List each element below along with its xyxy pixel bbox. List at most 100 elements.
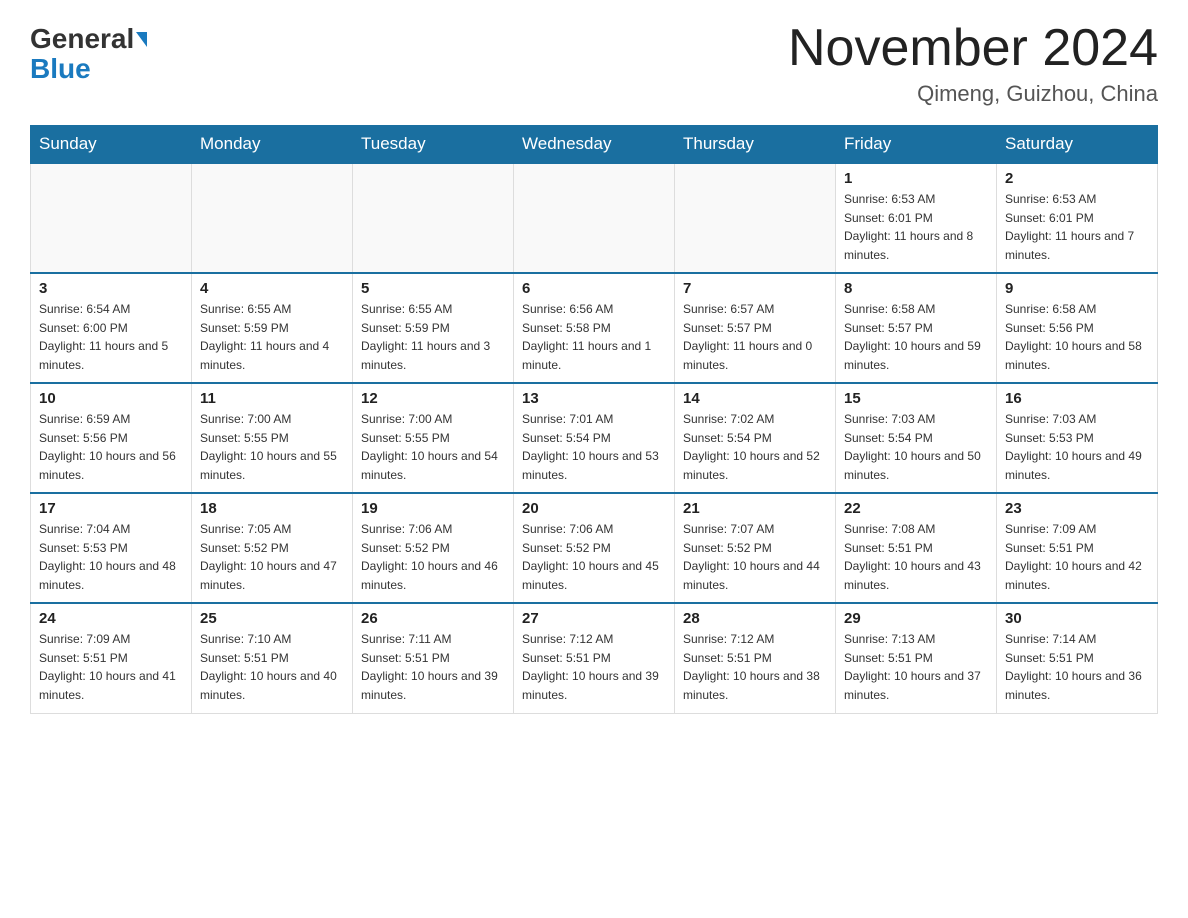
calendar-cell: 9Sunrise: 6:58 AMSunset: 5:56 PMDaylight… — [997, 273, 1158, 383]
day-number: 1 — [844, 170, 988, 187]
day-number: 19 — [361, 500, 505, 517]
day-info: Sunrise: 6:55 AMSunset: 5:59 PMDaylight:… — [200, 300, 344, 374]
calendar-cell: 22 Sunrise: 7:08 AMSunset: 5:51 PMDayligh… — [836, 493, 997, 603]
day-info: Sunrise: 6:53 AMSunset: 6:01 PMDaylight:… — [1005, 190, 1149, 264]
calendar-cell: 19 Sunrise: 7:06 AMSunset: 5:52 PMDayligh… — [353, 493, 514, 603]
calendar-cell: 2 Sunrise: 6:53 AMSunset: 6:01 PMDaylight… — [997, 163, 1158, 273]
calendar-cell: 7 Sunrise: 6:57 AMSunset: 5:57 PMDaylight… — [675, 273, 836, 383]
calendar-cell: 13 Sunrise: 7:01 AMSunset: 5:54 PMDayligh… — [514, 383, 675, 493]
day-number: 2 — [1005, 170, 1149, 187]
day-info: Sunrise: 6:56 AMSunset: 5:58 PMDaylight:… — [522, 300, 666, 374]
day-info: Sunrise: 7:12 AMSunset: 5:51 PMDaylight:… — [522, 630, 666, 704]
calendar-cell: 26 Sunrise: 7:11 AMSunset: 5:51 PMDayligh… — [353, 603, 514, 713]
week-row-2: 3Sunrise: 6:54 AMSunset: 6:00 PMDaylight… — [31, 273, 1158, 383]
day-number: 28 — [683, 610, 827, 627]
day-info: Sunrise: 7:02 AMSunset: 5:54 PMDaylight:… — [683, 410, 827, 484]
day-number: 29 — [844, 610, 988, 627]
header: General Blue November 2024 Qimeng, Guizh… — [30, 20, 1158, 107]
calendar-cell — [192, 163, 353, 273]
day-info: Sunrise: 7:09 AMSunset: 5:51 PMDaylight:… — [1005, 520, 1149, 594]
day-info: Sunrise: 7:12 AMSunset: 5:51 PMDaylight:… — [683, 630, 827, 704]
calendar-cell: 28 Sunrise: 7:12 AMSunset: 5:51 PMDayligh… — [675, 603, 836, 713]
weekday-header-monday: Monday — [192, 126, 353, 164]
day-info: Sunrise: 7:14 AMSunset: 5:51 PMDaylight:… — [1005, 630, 1149, 704]
calendar-title: November 2024 — [788, 20, 1158, 77]
weekday-header-wednesday: Wednesday — [514, 126, 675, 164]
title-area: November 2024 Qimeng, Guizhou, China — [788, 20, 1158, 107]
day-number: 26 — [361, 610, 505, 627]
calendar-cell: 25Sunrise: 7:10 AMSunset: 5:51 PMDayligh… — [192, 603, 353, 713]
logo-arrow-icon — [136, 32, 147, 47]
day-number: 5 — [361, 280, 505, 297]
weekday-header-sunday: Sunday — [31, 126, 192, 164]
calendar-cell: 5 Sunrise: 6:55 AMSunset: 5:59 PMDaylight… — [353, 273, 514, 383]
calendar-cell: 3Sunrise: 6:54 AMSunset: 6:00 PMDaylight… — [31, 273, 192, 383]
calendar-cell: 15Sunrise: 7:03 AMSunset: 5:54 PMDayligh… — [836, 383, 997, 493]
day-number: 12 — [361, 390, 505, 407]
day-info: Sunrise: 6:55 AMSunset: 5:59 PMDaylight:… — [361, 300, 505, 374]
day-number: 8 — [844, 280, 988, 297]
calendar-cell: 20 Sunrise: 7:06 AMSunset: 5:52 PMDayligh… — [514, 493, 675, 603]
day-number: 7 — [683, 280, 827, 297]
week-row-3: 10 Sunrise: 6:59 AMSunset: 5:56 PMDayligh… — [31, 383, 1158, 493]
day-number: 24 — [39, 610, 183, 627]
day-number: 13 — [522, 390, 666, 407]
day-number: 9 — [1005, 280, 1149, 297]
calendar-cell: 30Sunrise: 7:14 AMSunset: 5:51 PMDayligh… — [997, 603, 1158, 713]
calendar-cell: 4 Sunrise: 6:55 AMSunset: 5:59 PMDaylight… — [192, 273, 353, 383]
calendar-table: SundayMondayTuesdayWednesdayThursdayFrid… — [30, 125, 1158, 714]
day-number: 11 — [200, 390, 344, 407]
calendar-cell: 21 Sunrise: 7:07 AMSunset: 5:52 PMDayligh… — [675, 493, 836, 603]
calendar-cell: 17 Sunrise: 7:04 AMSunset: 5:53 PMDayligh… — [31, 493, 192, 603]
weekday-header-row: SundayMondayTuesdayWednesdayThursdayFrid… — [31, 126, 1158, 164]
calendar-cell: 24Sunrise: 7:09 AMSunset: 5:51 PMDayligh… — [31, 603, 192, 713]
day-number: 21 — [683, 500, 827, 517]
day-number: 4 — [200, 280, 344, 297]
day-number: 23 — [1005, 500, 1149, 517]
calendar-cell — [675, 163, 836, 273]
day-info: Sunrise: 7:03 AMSunset: 5:54 PMDaylight:… — [844, 410, 988, 484]
calendar-cell: 18 Sunrise: 7:05 AMSunset: 5:52 PMDayligh… — [192, 493, 353, 603]
logo-blue: Blue — [30, 53, 91, 85]
calendar-cell: 23 Sunrise: 7:09 AMSunset: 5:51 PMDayligh… — [997, 493, 1158, 603]
calendar-cell: 14 Sunrise: 7:02 AMSunset: 5:54 PMDayligh… — [675, 383, 836, 493]
calendar-cell: 6Sunrise: 6:56 AMSunset: 5:58 PMDaylight… — [514, 273, 675, 383]
day-info: Sunrise: 7:07 AMSunset: 5:52 PMDaylight:… — [683, 520, 827, 594]
day-info: Sunrise: 6:57 AMSunset: 5:57 PMDaylight:… — [683, 300, 827, 374]
day-number: 22 — [844, 500, 988, 517]
day-number: 14 — [683, 390, 827, 407]
day-number: 20 — [522, 500, 666, 517]
day-info: Sunrise: 7:06 AMSunset: 5:52 PMDaylight:… — [361, 520, 505, 594]
day-info: Sunrise: 7:01 AMSunset: 5:54 PMDaylight:… — [522, 410, 666, 484]
calendar-cell — [31, 163, 192, 273]
day-number: 18 — [200, 500, 344, 517]
weekday-header-friday: Friday — [836, 126, 997, 164]
day-info: Sunrise: 7:08 AMSunset: 5:51 PMDaylight:… — [844, 520, 988, 594]
calendar-cell: 11 Sunrise: 7:00 AMSunset: 5:55 PMDayligh… — [192, 383, 353, 493]
week-row-4: 17 Sunrise: 7:04 AMSunset: 5:53 PMDayligh… — [31, 493, 1158, 603]
day-info: Sunrise: 7:11 AMSunset: 5:51 PMDaylight:… — [361, 630, 505, 704]
day-number: 10 — [39, 390, 183, 407]
day-info: Sunrise: 7:13 AMSunset: 5:51 PMDaylight:… — [844, 630, 988, 704]
calendar-cell — [353, 163, 514, 273]
day-info: Sunrise: 7:06 AMSunset: 5:52 PMDaylight:… — [522, 520, 666, 594]
calendar-cell: 1 Sunrise: 6:53 AMSunset: 6:01 PMDaylight… — [836, 163, 997, 273]
day-info: Sunrise: 7:05 AMSunset: 5:52 PMDaylight:… — [200, 520, 344, 594]
day-number: 17 — [39, 500, 183, 517]
calendar-cell: 16Sunrise: 7:03 AMSunset: 5:53 PMDayligh… — [997, 383, 1158, 493]
day-number: 27 — [522, 610, 666, 627]
weekday-header-tuesday: Tuesday — [353, 126, 514, 164]
day-info: Sunrise: 7:00 AMSunset: 5:55 PMDaylight:… — [361, 410, 505, 484]
day-info: Sunrise: 7:04 AMSunset: 5:53 PMDaylight:… — [39, 520, 183, 594]
week-row-5: 24Sunrise: 7:09 AMSunset: 5:51 PMDayligh… — [31, 603, 1158, 713]
day-info: Sunrise: 6:53 AMSunset: 6:01 PMDaylight:… — [844, 190, 988, 264]
day-info: Sunrise: 6:59 AMSunset: 5:56 PMDaylight:… — [39, 410, 183, 484]
day-info: Sunrise: 7:00 AMSunset: 5:55 PMDaylight:… — [200, 410, 344, 484]
day-number: 16 — [1005, 390, 1149, 407]
weekday-header-saturday: Saturday — [997, 126, 1158, 164]
day-info: Sunrise: 6:58 AMSunset: 5:57 PMDaylight:… — [844, 300, 988, 374]
calendar-subtitle: Qimeng, Guizhou, China — [788, 81, 1158, 107]
logo-general: General — [30, 25, 134, 53]
calendar-cell: 8 Sunrise: 6:58 AMSunset: 5:57 PMDaylight… — [836, 273, 997, 383]
logo: General Blue — [30, 20, 147, 85]
